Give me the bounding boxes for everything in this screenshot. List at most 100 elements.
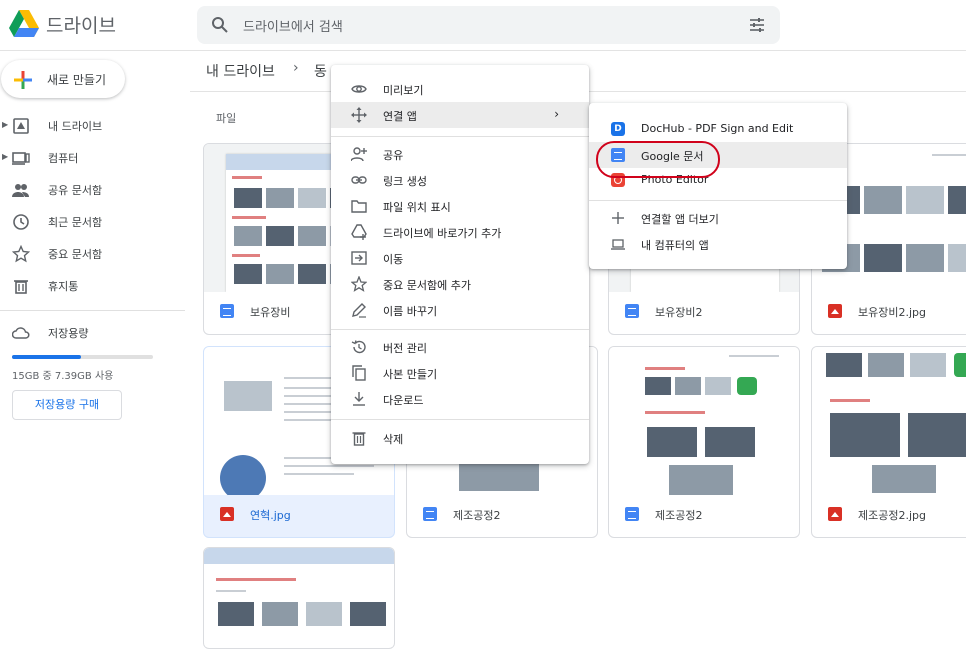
star-icon xyxy=(12,245,30,263)
file-card[interactable]: 제조공정2 xyxy=(608,346,800,538)
menu-item-add-starred[interactable]: 중요 문서함에 추가 xyxy=(331,271,589,297)
app-title[interactable]: 드라이브 xyxy=(46,11,116,38)
menu-divider xyxy=(331,329,589,330)
sidebar-item-label: 공유 문서함 xyxy=(48,184,103,197)
menu-item-make-copy[interactable]: 사본 만들기 xyxy=(331,360,589,386)
laptop-icon xyxy=(611,239,625,250)
storage-label: 저장용량 xyxy=(48,327,89,340)
menu-divider xyxy=(331,419,589,420)
pencil-icon xyxy=(352,303,366,318)
search-icon[interactable] xyxy=(211,16,229,34)
sidebar-item-label: 중요 문서함 xyxy=(48,248,103,261)
submenu-item-dochub[interactable]: D DocHub - PDF Sign and Edit xyxy=(589,116,847,142)
menu-item-label: 미리보기 xyxy=(383,84,424,97)
file-thumbnail xyxy=(609,347,799,495)
buy-storage-button[interactable]: 저장용량 구매 xyxy=(12,390,122,420)
sidebar-item-starred[interactable]: 중요 문서함 xyxy=(0,239,185,269)
storage-usage-text: 15GB 중 7.39GB 사용 xyxy=(12,371,114,382)
sidebar-item-label: 최근 문서함 xyxy=(48,216,103,229)
open-with-submenu: D DocHub - PDF Sign and Edit Google 문서 P… xyxy=(589,103,847,269)
breadcrumb-separator: › xyxy=(293,60,299,76)
google-docs-file-icon xyxy=(423,507,437,521)
sidebar-item-storage[interactable]: 저장용량 xyxy=(0,318,185,348)
google-docs-file-icon xyxy=(220,304,234,318)
menu-item-download[interactable]: 다운로드 xyxy=(331,386,589,412)
menu-item-versions[interactable]: 버전 관리 xyxy=(331,334,589,360)
chevron-right-icon: › xyxy=(554,107,559,121)
link-icon xyxy=(351,176,367,184)
move-arrows-icon xyxy=(351,107,367,123)
plus-icon xyxy=(612,212,624,224)
submenu-item-label: 연결할 앱 더보기 xyxy=(641,213,719,226)
expand-arrow-icon[interactable]: ▶ xyxy=(2,120,8,129)
submenu-item-computer-apps[interactable]: 내 컴퓨터의 앱 xyxy=(589,231,847,257)
menu-item-label: 파일 위치 표시 xyxy=(383,201,451,214)
sidebar-item-recent[interactable]: 최근 문서함 xyxy=(0,207,185,237)
menu-item-label: 사본 만들기 xyxy=(383,368,438,381)
file-card[interactable]: 제조공정2.jpg xyxy=(811,346,966,538)
file-card[interactable] xyxy=(203,547,395,649)
submenu-item-connect-more-apps[interactable]: 연결할 앱 더보기 xyxy=(589,205,847,231)
menu-item-preview[interactable]: 미리보기 xyxy=(331,76,589,102)
sidebar-item-label: 컴퓨터 xyxy=(48,152,79,165)
menu-item-move[interactable]: 이동 xyxy=(331,245,589,271)
clock-icon xyxy=(13,214,29,230)
file-thumbnail xyxy=(812,347,966,495)
eye-icon xyxy=(351,85,367,93)
submenu-item-label: DocHub - PDF Sign and Edit xyxy=(641,122,794,135)
menu-item-show-location[interactable]: 파일 위치 표시 xyxy=(331,193,589,219)
menu-item-label: 다운로드 xyxy=(383,394,424,407)
image-file-icon xyxy=(828,507,842,521)
sidebar-item-trash[interactable]: 휴지통 xyxy=(0,271,185,301)
plus-icon xyxy=(14,71,32,89)
search-options-icon[interactable] xyxy=(748,16,766,34)
menu-item-label: 연결 앱 xyxy=(383,110,417,123)
search-input[interactable]: 드라이브에서 검색 xyxy=(243,16,343,35)
file-name: 제조공정2 xyxy=(453,509,501,522)
breadcrumb-root[interactable]: 내 드라이브 xyxy=(206,61,275,81)
menu-item-label: 삭제 xyxy=(383,433,404,446)
top-bar: 드라이브 드라이브에서 검색 xyxy=(0,0,966,51)
file-thumbnail xyxy=(204,548,394,648)
document-preview xyxy=(204,548,394,648)
menu-item-label: 링크 생성 xyxy=(383,175,427,188)
menu-item-open-with[interactable]: 연결 앱 › xyxy=(331,102,589,128)
sidebar-divider xyxy=(0,310,185,311)
download-icon xyxy=(353,392,365,406)
expand-arrow-icon[interactable]: ▶ xyxy=(2,152,8,161)
menu-item-label: 중요 문서함에 추가 xyxy=(383,279,471,292)
drive-add-icon xyxy=(351,224,367,240)
copy-icon xyxy=(352,365,366,381)
dochub-icon: D xyxy=(611,122,625,136)
image-file-icon xyxy=(828,304,842,318)
menu-item-share[interactable]: 공유 xyxy=(331,141,589,167)
files-section-label: 파일 xyxy=(216,112,237,125)
history-icon xyxy=(351,340,366,354)
menu-item-label: 이동 xyxy=(383,253,404,266)
menu-item-rename[interactable]: 이름 바꾸기 xyxy=(331,297,589,323)
shared-icon xyxy=(12,184,29,197)
menu-item-add-shortcut[interactable]: 드라이브에 바로가기 추가 xyxy=(331,219,589,245)
storage-usage-fill xyxy=(12,355,82,359)
file-name: 보유장비 xyxy=(250,306,291,319)
image-file-icon xyxy=(220,507,234,521)
menu-divider xyxy=(331,136,589,137)
menu-item-get-link[interactable]: 링크 생성 xyxy=(331,167,589,193)
menu-item-delete[interactable]: 삭제 xyxy=(331,425,589,451)
file-name: 보유장비2.jpg xyxy=(858,306,926,319)
drive-logo-icon[interactable] xyxy=(8,9,40,39)
drive-icon xyxy=(13,118,29,134)
new-button[interactable]: 새로 만들기 xyxy=(1,60,125,98)
menu-item-label: 이름 바꾸기 xyxy=(383,305,438,318)
cloud-icon xyxy=(12,327,30,339)
search-bar[interactable]: 드라이브에서 검색 xyxy=(197,6,780,44)
submenu-item-label: 내 컴퓨터의 앱 xyxy=(641,239,709,252)
file-name: 제조공정2 xyxy=(655,509,703,522)
sidebar-item-my-drive[interactable]: ▶ 내 드라이브 xyxy=(0,111,185,141)
context-menu: 미리보기 연결 앱 › 공유 링크 생성 파일 위치 표시 드라이브에 바로가기… xyxy=(331,65,589,464)
breadcrumb-current[interactable]: 동 xyxy=(314,61,327,81)
folder-icon xyxy=(351,200,367,213)
menu-item-label: 버전 관리 xyxy=(383,342,427,355)
sidebar-item-shared[interactable]: 공유 문서함 xyxy=(0,175,185,205)
sidebar-item-computers[interactable]: ▶ 컴퓨터 xyxy=(0,143,185,173)
